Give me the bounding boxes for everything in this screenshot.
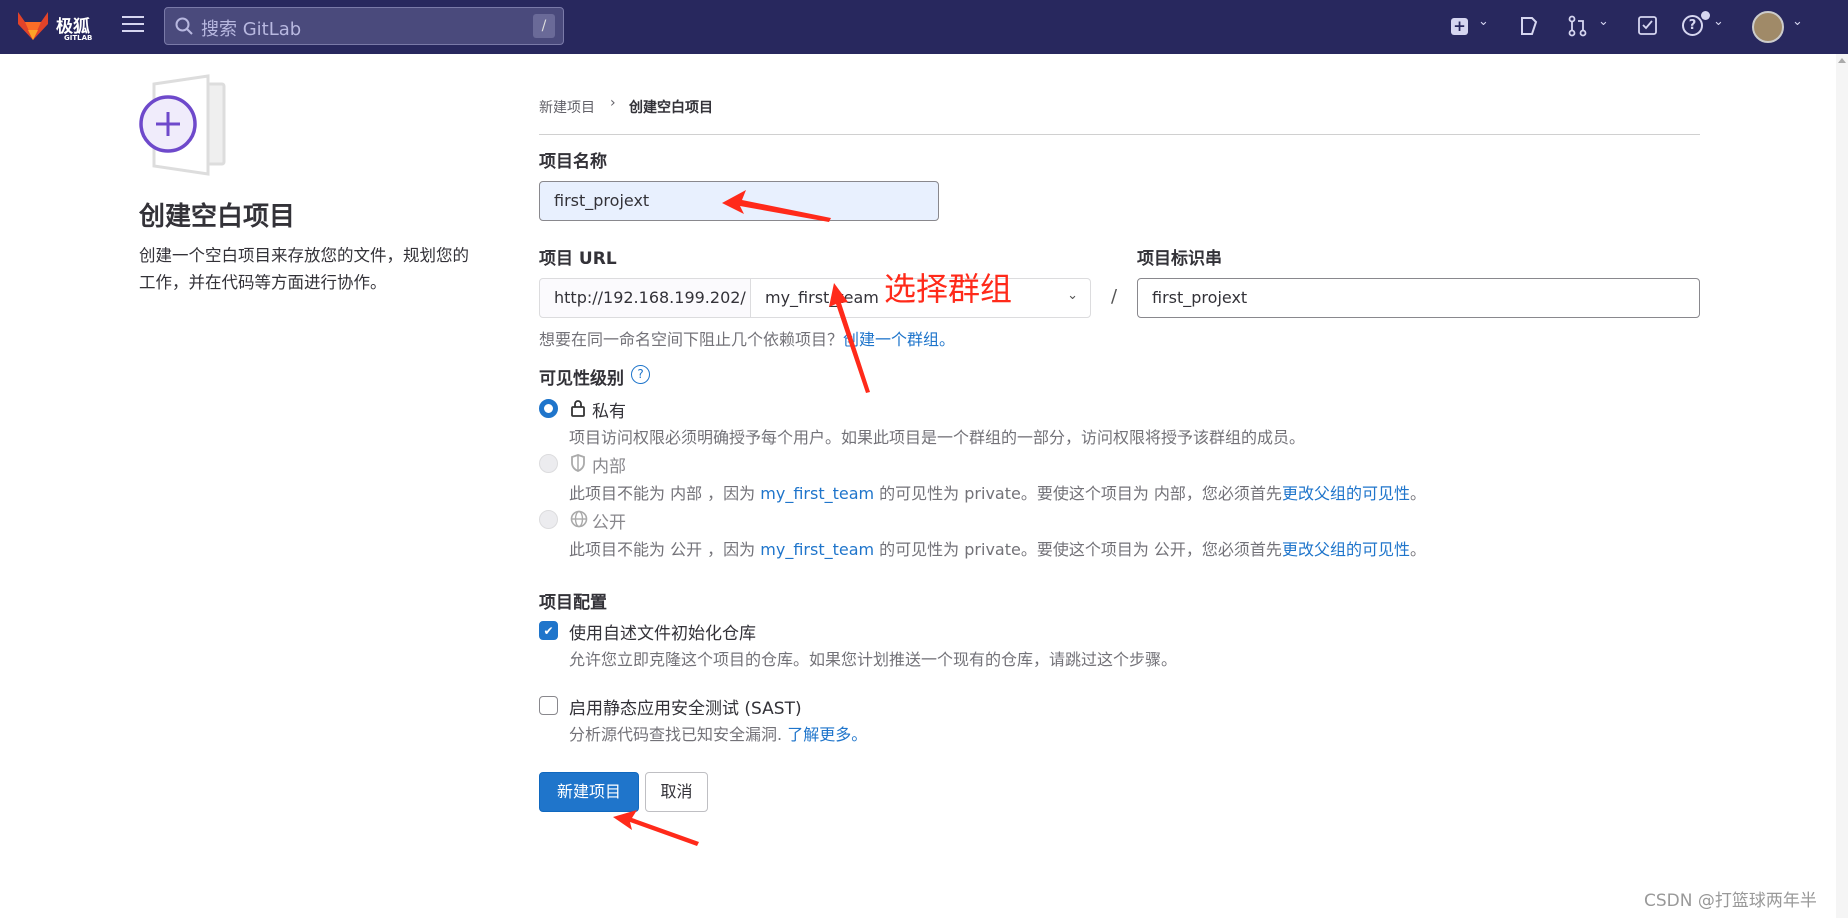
group-link[interactable]: my_first_team (760, 540, 874, 559)
annotation-arrows (613, 190, 870, 846)
visibility-private-radio[interactable] (539, 399, 558, 418)
menu-hamburger-icon[interactable] (122, 16, 144, 36)
readme-label[interactable]: 使用自述文件初始化仓库 (569, 619, 756, 644)
scrollbar[interactable] (1836, 54, 1848, 918)
sast-checkbox[interactable] (539, 696, 558, 715)
desc-text: 。 (1409, 484, 1426, 503)
globe-icon (570, 510, 588, 528)
scroll-up-arrow-icon[interactable] (1838, 58, 1846, 63)
sast-label[interactable]: 启用静态应用安全测试 (SAST) (569, 694, 802, 719)
chevron-down-icon[interactable]: ⌄ (1598, 14, 1609, 29)
description-line: 工作，并在代码等方面进行协作。 (139, 273, 387, 292)
desc-text: 分析源代码查找已知安全漏洞. (569, 725, 788, 744)
breadcrumb-chevron-icon: › (610, 95, 616, 111)
learn-more-link[interactable]: 了解更多。 (787, 725, 867, 744)
search-placeholder: 搜索 GitLab (201, 19, 302, 40)
change-parent-visibility-link[interactable]: 更改父组的可见性 (1282, 540, 1410, 559)
issues-icon[interactable] (1520, 16, 1538, 36)
help-icon[interactable]: ? (631, 365, 650, 384)
visibility-public-desc: 此项目不能为 公开 ，因为 my_first_team 的可见性为 privat… (569, 536, 1426, 560)
page-title: 创建空白项目 (139, 202, 296, 232)
desc-text: 的可见性为 private。要使这个项目为 内部，您必须首先 (874, 484, 1282, 503)
chevron-down-icon: ⌄ (1067, 288, 1078, 303)
visibility-public-radio (539, 510, 558, 529)
group-help-text: 想要在同一命名空间下阻止几个依赖项目？创建一个群组。 (539, 326, 955, 350)
breadcrumb-parent[interactable]: 新建项目 (539, 97, 595, 117)
create-group-link[interactable]: 创建一个群组。 (843, 330, 955, 349)
project-config-label: 项目配置 (539, 593, 607, 613)
search-icon (175, 17, 193, 35)
todo-icon[interactable] (1638, 16, 1658, 36)
project-slug-label: 项目标识串 (1137, 249, 1222, 269)
project-url-label: 项目 URL (539, 249, 617, 269)
namespace-value: my_first_team (765, 288, 879, 307)
plus-square-icon[interactable]: + (1451, 18, 1468, 35)
chevron-down-icon[interactable]: ⌄ (1478, 14, 1489, 29)
desc-text: 此项目不能为 公开 ，因为 (569, 540, 761, 559)
visibility-private-label[interactable]: 私有 (592, 397, 626, 422)
desc-text: 的可见性为 private。要使这个项目为 公开，您必须首先 (874, 540, 1282, 559)
divider (539, 134, 1700, 135)
watermark: CSDN @打篮球两年半 (1644, 891, 1817, 911)
visibility-internal-radio (539, 454, 558, 473)
breadcrumb-current: 创建空白项目 (629, 100, 713, 116)
visibility-internal-label: 内部 (592, 457, 626, 477)
merge-request-icon[interactable] (1568, 15, 1588, 37)
url-prefix: http://192.168.199.202/ (539, 278, 751, 318)
project-slug-input[interactable]: first_projext (1137, 278, 1700, 318)
annotation-arrow (613, 810, 699, 846)
chevron-down-icon[interactable]: ⌄ (1792, 14, 1803, 29)
page-description: 创建一个空白项目来存放您的文件，规划您的 工作，并在代码等方面进行协作。 (139, 242, 519, 296)
visibility-private-desc: 项目访问权限必须明确授予每个用户。如果此项目是一个群组的一部分，访问权限将授予该… (569, 428, 1306, 447)
lock-icon (571, 400, 585, 417)
shield-icon (571, 454, 585, 472)
project-name-input[interactable]: first_projext (539, 181, 939, 221)
search-input[interactable]: 搜索 GitLab / (164, 7, 564, 45)
desc-text: 此项目不能为 内部 ，因为 (569, 484, 761, 503)
readme-desc: 允许您立即克隆这个项目的仓库。如果您计划推送一个现有的仓库，请跳过这个步骤。 (569, 650, 1178, 669)
url-slash: / (1111, 286, 1118, 307)
chevron-down-icon[interactable]: ⌄ (1713, 14, 1724, 29)
help-text: 想要在同一命名空间下阻止几个依赖项目？ (539, 330, 844, 349)
notification-dot (1701, 11, 1710, 20)
help-icon[interactable]: ? (1682, 15, 1703, 36)
top-navbar: 极狐 GITLAB 搜索 GitLab / + ⌄ ⌄ ? ⌄ ⌄ (0, 0, 1848, 54)
cancel-button[interactable]: 取消 (645, 772, 708, 812)
visibility-label: 可见性级别 (539, 369, 624, 389)
gitlab-logo-icon[interactable] (16, 10, 50, 42)
logo-subtext: GITLAB (64, 34, 93, 42)
avatar[interactable] (1752, 11, 1784, 43)
change-parent-visibility-link[interactable]: 更改父组的可见性 (1282, 484, 1410, 503)
visibility-internal-desc: 此项目不能为 内部 ，因为 my_first_team 的可见性为 privat… (569, 480, 1426, 504)
blank-project-illustration-icon (139, 74, 226, 176)
sast-desc: 分析源代码查找已知安全漏洞. 了解更多。 (569, 721, 867, 745)
group-link[interactable]: my_first_team (760, 484, 874, 503)
readme-checkbox[interactable]: ✔ (539, 621, 558, 640)
project-name-label: 项目名称 (539, 152, 607, 172)
desc-text: 。 (1409, 540, 1426, 559)
search-shortcut-key: / (533, 14, 555, 38)
create-project-button[interactable]: 新建项目 (539, 772, 639, 812)
visibility-public-label: 公开 (592, 513, 626, 533)
description-line: 创建一个空白项目来存放您的文件，规划您的 (139, 246, 469, 265)
annotation-text: 选择群组 (884, 270, 1013, 308)
